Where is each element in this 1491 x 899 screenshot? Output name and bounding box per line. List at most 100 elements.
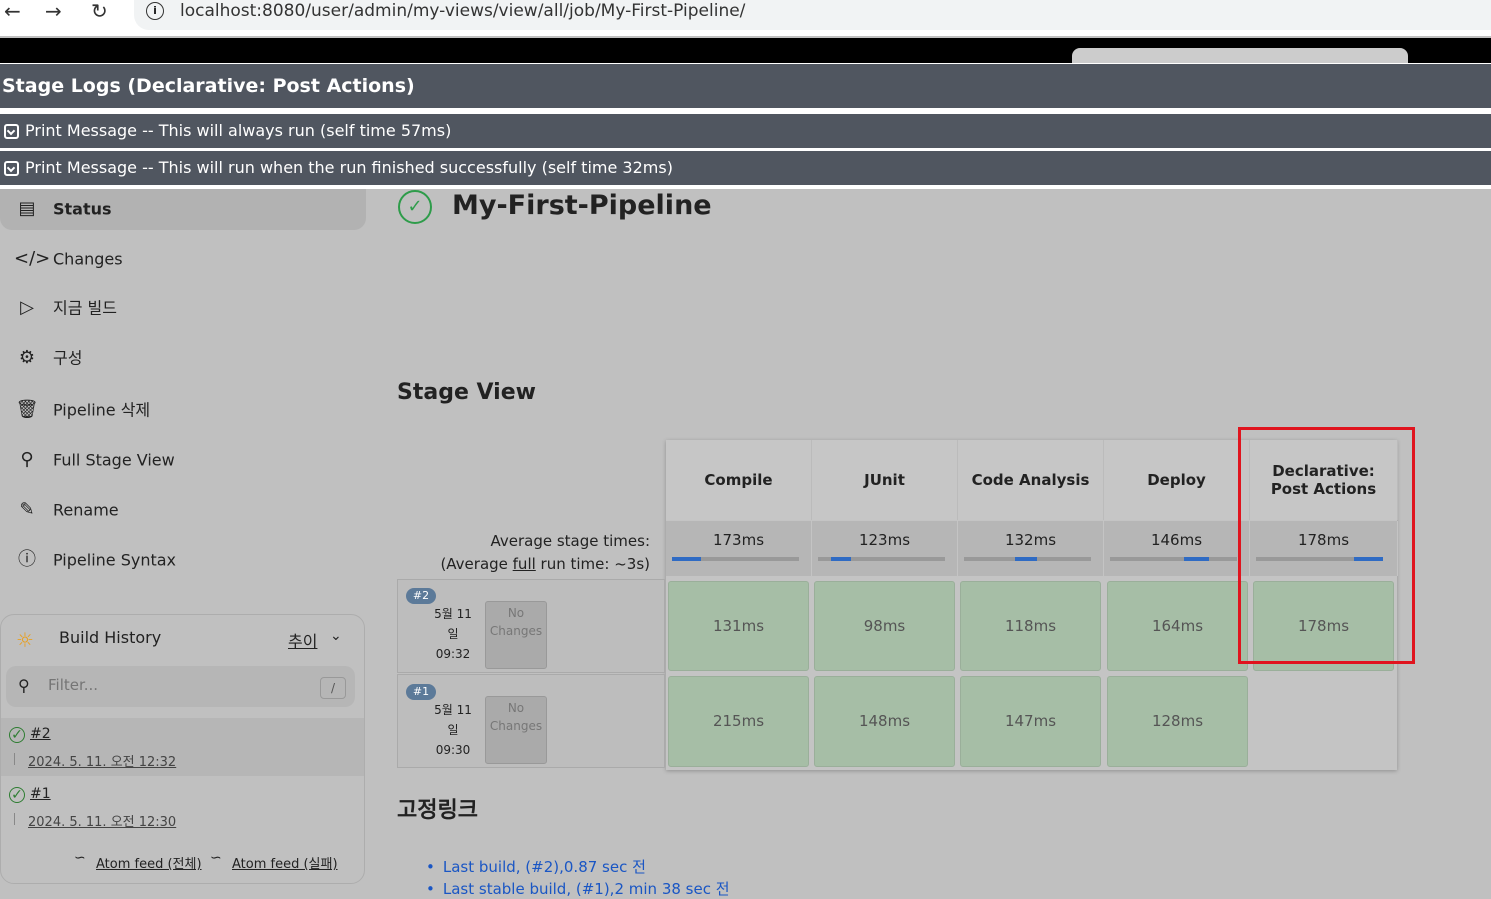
url-text[interactable]: localhost:8080/user/admin/my-views/view/… [180, 0, 745, 22]
run-date-line: 5월 11 [434, 607, 472, 621]
full-run-link[interactable]: full [513, 555, 536, 573]
log-row[interactable]: Print Message -- This will always run (s… [0, 114, 1491, 148]
stage-cell[interactable]: 98ms [814, 581, 955, 671]
trash-icon: 🗑 [15, 399, 39, 420]
stage-average: 123ms [812, 521, 958, 576]
reload-icon[interactable]: ↻ [91, 0, 108, 22]
run-date: 5월 11 일 09:30 [428, 700, 478, 760]
sidebar-item-configure[interactable]: ⚙ 구성 [14, 346, 83, 370]
stage-header: JUnit [812, 440, 958, 520]
run-badge[interactable]: #2 [406, 588, 436, 604]
forward-icon[interactable]: → [45, 0, 62, 22]
build-history-title: Build History [59, 628, 162, 647]
stage-average-bar-fill [672, 557, 701, 561]
stage-cell[interactable]: 131ms [668, 581, 809, 671]
average-stage-times-text: Average stage times: [490, 532, 650, 550]
stage-cell[interactable]: 148ms [814, 676, 955, 767]
run-changes[interactable]: No Changes [485, 696, 547, 764]
average-run-time-text: (Average full run time: ~3s) [420, 553, 650, 576]
sidebar-item-rename[interactable]: ✎ Rename [14, 498, 118, 522]
help-icon: ⓘ [18, 549, 36, 570]
changes-line: Changes [489, 624, 543, 638]
chevron-down-icon[interactable]: ⌄ [330, 628, 342, 644]
sidebar-item-delete[interactable]: 🗑 Pipeline 삭제 [14, 398, 151, 422]
stage-header: Deploy [1104, 440, 1250, 520]
rss-icon: ∽ [74, 850, 86, 866]
log-row[interactable]: Print Message -- This will run when the … [0, 151, 1491, 185]
stage-cell[interactable]: 215ms [668, 676, 809, 767]
success-icon: ✓ [9, 727, 25, 743]
document-icon: ▤ [18, 198, 36, 219]
stage-header: Compile [666, 440, 812, 520]
run-time: 09:32 [435, 647, 471, 661]
stage-average-time: 123ms [858, 531, 911, 549]
permalink-text[interactable]: Last build, (#2),0.87 sec 전 [443, 858, 646, 876]
stage-name: Deploy [1147, 471, 1206, 489]
expand-icon[interactable] [4, 124, 19, 139]
bullet-icon: • [426, 880, 435, 898]
stage-average-time: 132ms [1004, 531, 1057, 549]
run-date-line: 5월 11 [434, 703, 472, 717]
stage-name: Compile [704, 471, 773, 489]
build-date-link[interactable]: 2024. 5. 11. 오전 12:32 [28, 751, 176, 770]
permalink-item[interactable]: • Last build, (#2),0.87 sec 전 [426, 856, 646, 877]
avg-run-prefix: (Average [440, 555, 513, 573]
stage-average-bar-fill [1015, 557, 1037, 561]
atom-feed-fail-link[interactable]: Atom feed (실패) [232, 853, 338, 872]
page-title: My-First-Pipeline [452, 190, 712, 221]
stage-name: JUnit [864, 471, 905, 489]
build-number-link[interactable]: #1 [30, 786, 51, 802]
sidebar-item-build-now[interactable]: ▷ 지금 빌드 [14, 296, 117, 320]
run-changes[interactable]: No Changes [485, 601, 547, 669]
sun-icon: ☼ [16, 628, 34, 652]
search-icon: ⚲ [20, 449, 34, 470]
build-number-link[interactable]: #2 [30, 726, 51, 742]
stage-view-title: Stage View [397, 380, 536, 405]
run-date: 5월 11 일 09:32 [428, 604, 478, 664]
permalink-item[interactable]: • Last stable build, (#1),2 min 38 sec 전 [426, 878, 730, 899]
log-row-label: Print Message -- This will run when the … [25, 158, 673, 177]
log-row-label: Print Message -- This will always run (s… [25, 121, 452, 140]
gear-icon: ⚙ [18, 347, 36, 368]
stage-cell[interactable]: 118ms [960, 581, 1101, 671]
build-date-link[interactable]: 2024. 5. 11. 오전 12:30 [28, 811, 176, 830]
stage-header: Code Analysis [958, 440, 1104, 520]
play-icon: ▷ [20, 297, 34, 318]
sidebar-item-full-stage-view[interactable]: ⚲ Full Stage View [14, 448, 174, 472]
permalink-text[interactable]: Last stable build, (#1),2 min 38 sec 전 [443, 880, 730, 898]
trend-link[interactable]: 추이 [288, 628, 317, 652]
sidebar-item-changes[interactable]: </> Changes [14, 247, 123, 271]
run-date-line: 일 [447, 627, 459, 641]
header-search-box[interactable] [1072, 48, 1408, 64]
sidebar-item-status[interactable]: ▤ Status [14, 197, 111, 221]
run-badge[interactable]: #1 [406, 684, 436, 700]
stage-average-bar [818, 557, 945, 561]
average-times-label: Average stage times: (Average full run t… [420, 530, 650, 576]
permalinks-title: 고정링크 [397, 798, 478, 823]
filter-input[interactable] [48, 676, 308, 694]
changes-line: No [507, 701, 525, 715]
changes-line: Changes [489, 719, 543, 733]
stage-cell[interactable]: 164ms [1107, 581, 1248, 671]
run-time: 09:30 [435, 743, 471, 757]
stage-logs-title: Stage Logs (Declarative: Post Actions) [0, 64, 1491, 108]
stage-average: 173ms [666, 521, 812, 576]
stage-average-bar-fill [831, 557, 851, 561]
bullet-icon: • [426, 858, 435, 876]
expand-icon[interactable] [4, 161, 19, 176]
site-info-icon[interactable]: i [146, 2, 164, 20]
success-icon: ✓ [398, 190, 432, 224]
highlight-annotation [1238, 427, 1415, 664]
avg-run-suffix: run time: ~3s) [535, 555, 650, 573]
changes-line: No [507, 606, 525, 620]
atom-feed-all-link[interactable]: Atom feed (전체) [96, 853, 202, 872]
stage-average-time: 173ms [712, 531, 765, 549]
back-icon[interactable]: ← [4, 0, 21, 22]
stage-average-bar-fill [1184, 557, 1209, 561]
stage-average-bar [672, 557, 799, 561]
stage-cell[interactable]: 147ms [960, 676, 1101, 767]
stage-cell[interactable]: 128ms [1107, 676, 1248, 767]
sidebar-item-pipeline-syntax[interactable]: ⓘ Pipeline Syntax [14, 548, 176, 572]
stage-average: 132ms [958, 521, 1104, 576]
code-icon: </> [14, 248, 51, 269]
